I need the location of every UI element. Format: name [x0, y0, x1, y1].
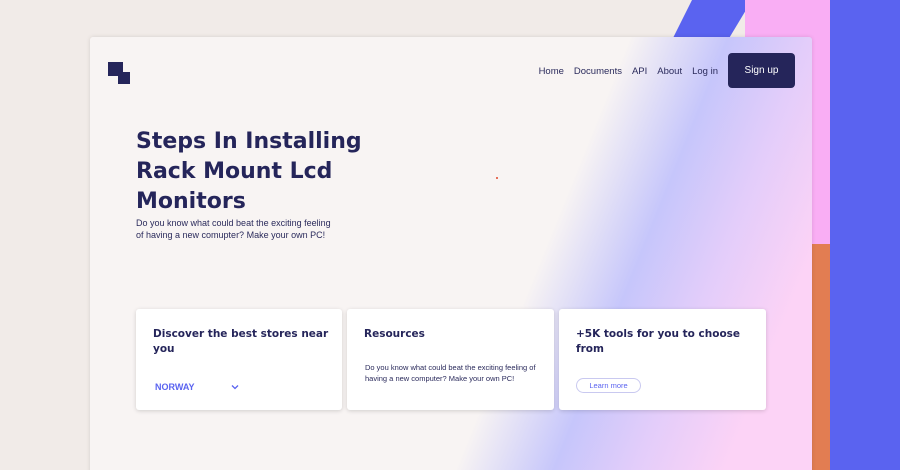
nav-link-documents[interactable]: Documents	[574, 66, 622, 77]
tools-card: +5K tools for you to choose from Learn m…	[559, 309, 766, 410]
main-panel: Home Documents API About Log in Sign up …	[90, 37, 812, 470]
logo-square-bottom	[118, 72, 130, 84]
resources-card: Resources Do you know what could beat th…	[347, 309, 554, 410]
background-diagonal-stripe	[672, 0, 752, 40]
country-select[interactable]: NORWAY	[155, 382, 239, 392]
logo-icon[interactable]	[108, 62, 132, 86]
nav-link-home[interactable]: Home	[539, 66, 564, 77]
resources-card-title: Resources	[364, 328, 425, 340]
page-title: Steps In Installing Rack Mount Lcd Monit…	[136, 129, 362, 214]
stores-card: Discover the best stores near you NORWAY	[136, 309, 342, 410]
learn-more-button[interactable]: Learn more	[576, 378, 641, 393]
chevron-down-icon	[231, 385, 239, 390]
nav-link-login[interactable]: Log in	[692, 66, 718, 77]
signup-button[interactable]: Sign up	[728, 53, 795, 88]
country-select-value: NORWAY	[155, 382, 195, 392]
top-nav: Home Documents API About Log in	[539, 66, 718, 77]
background-blue-stripe	[830, 0, 900, 470]
resources-card-description: Do you know what could beat the exciting…	[365, 363, 536, 383]
decorative-dot	[496, 177, 498, 179]
nav-link-api[interactable]: API	[632, 66, 647, 77]
tools-card-title: +5K tools for you to choose from	[576, 328, 741, 355]
hero-subtitle: Do you know what could beat the exciting…	[136, 218, 331, 240]
nav-link-about[interactable]: About	[657, 66, 682, 77]
stores-card-title: Discover the best stores near you	[153, 328, 329, 355]
